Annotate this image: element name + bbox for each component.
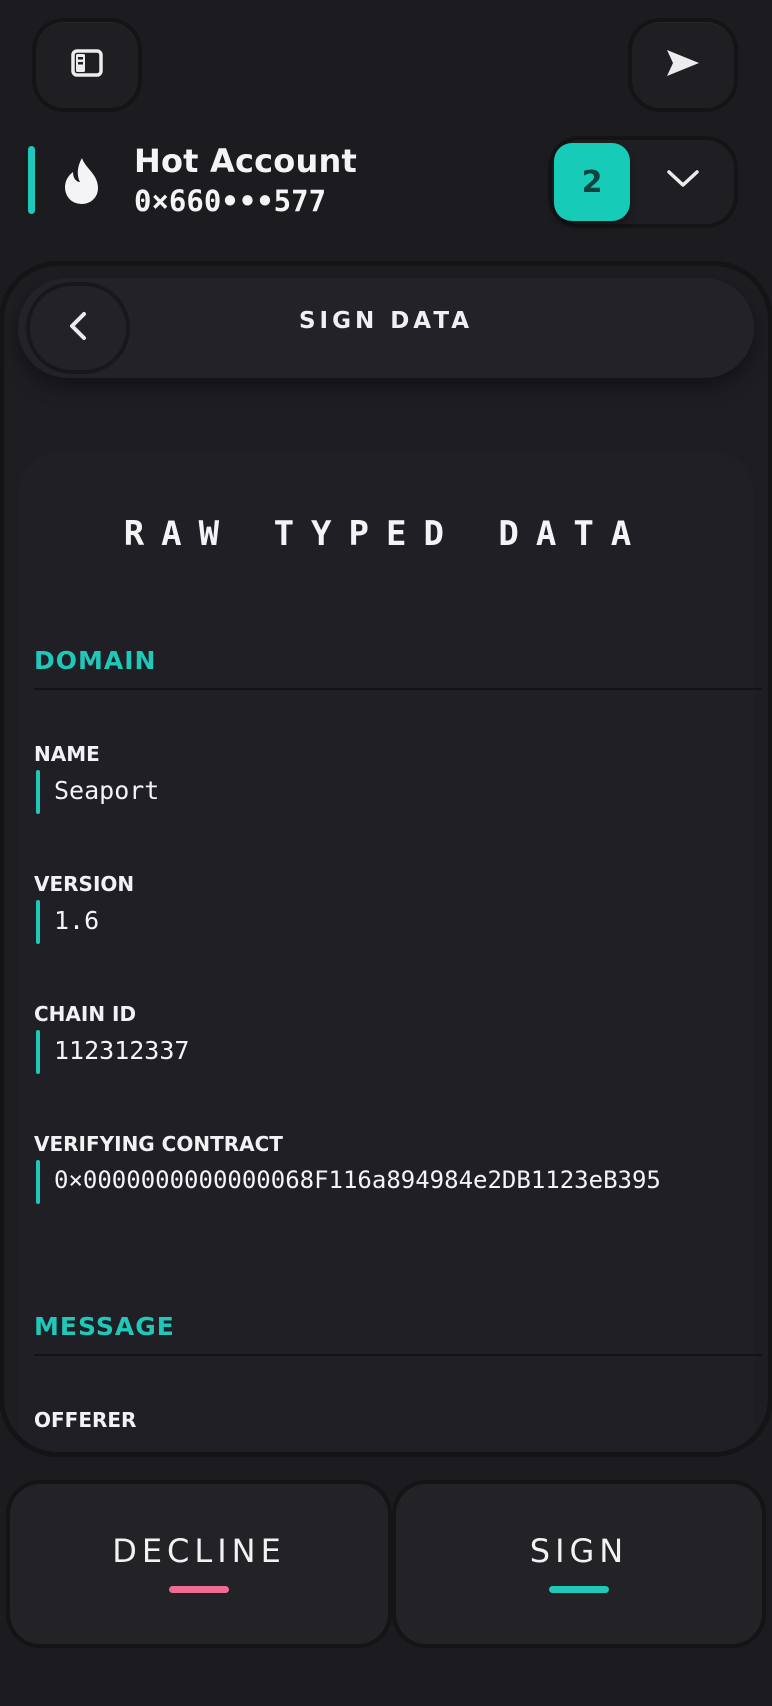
decline-label: DECLINE [112,1532,286,1570]
message-heading: MESSAGE [34,1312,175,1341]
field-accent-bar [36,770,40,814]
field-label-chain-id: CHAIN ID [34,1002,137,1026]
field-label-offerer: OFFERER [34,1408,137,1432]
field-label-verifying-contract: VERIFYING CONTRACT [34,1132,283,1156]
field-value-version: 1.6 [54,906,100,935]
decline-button[interactable]: DECLINE [10,1484,388,1644]
field-value-name: Seaport [54,776,160,805]
sign-button[interactable]: SIGN [396,1484,762,1644]
pending-count-badge[interactable]: 2 [554,143,630,221]
send-icon [665,48,701,82]
account-name[interactable]: Hot Account [134,142,357,180]
sign-data-screen: Hot Account 0×660•••577 2 SIGN DATA RAW … [0,0,772,1706]
sign-data-panel: SIGN DATA RAW TYPED DATA DOMAIN NAME Sea… [4,266,768,1452]
field-label-name: NAME [34,742,100,766]
panel-header: SIGN DATA [18,278,754,378]
field-accent-bar [36,1030,40,1074]
page-title: SIGN DATA [298,308,474,334]
decline-underline [169,1586,229,1593]
sign-underline [549,1586,609,1593]
send-button[interactable] [632,22,734,108]
field-accent-bar [36,1160,40,1204]
domain-heading: DOMAIN [34,646,157,675]
sidebar-toggle-button[interactable] [36,22,138,108]
field-value-verifying-contract: 0×0000000000000068F116a894984e2DB1123eB3… [54,1166,661,1194]
domain-divider [34,688,762,690]
account-accent-bar [28,146,35,214]
field-accent-bar [36,900,40,944]
sign-label: SIGN [529,1532,629,1570]
raw-typed-data-title: RAW TYPED DATA [123,514,649,554]
chevron-down-icon[interactable] [666,168,700,194]
sidebar-icon [71,49,103,81]
field-label-version: VERSION [34,872,135,896]
account-address[interactable]: 0×660•••577 [134,184,326,218]
message-divider [34,1354,762,1356]
field-value-chain-id: 112312337 [54,1036,190,1065]
typed-data-card[interactable]: RAW TYPED DATA DOMAIN NAME Seaport VERSI… [18,452,762,1452]
flame-icon [60,156,104,210]
